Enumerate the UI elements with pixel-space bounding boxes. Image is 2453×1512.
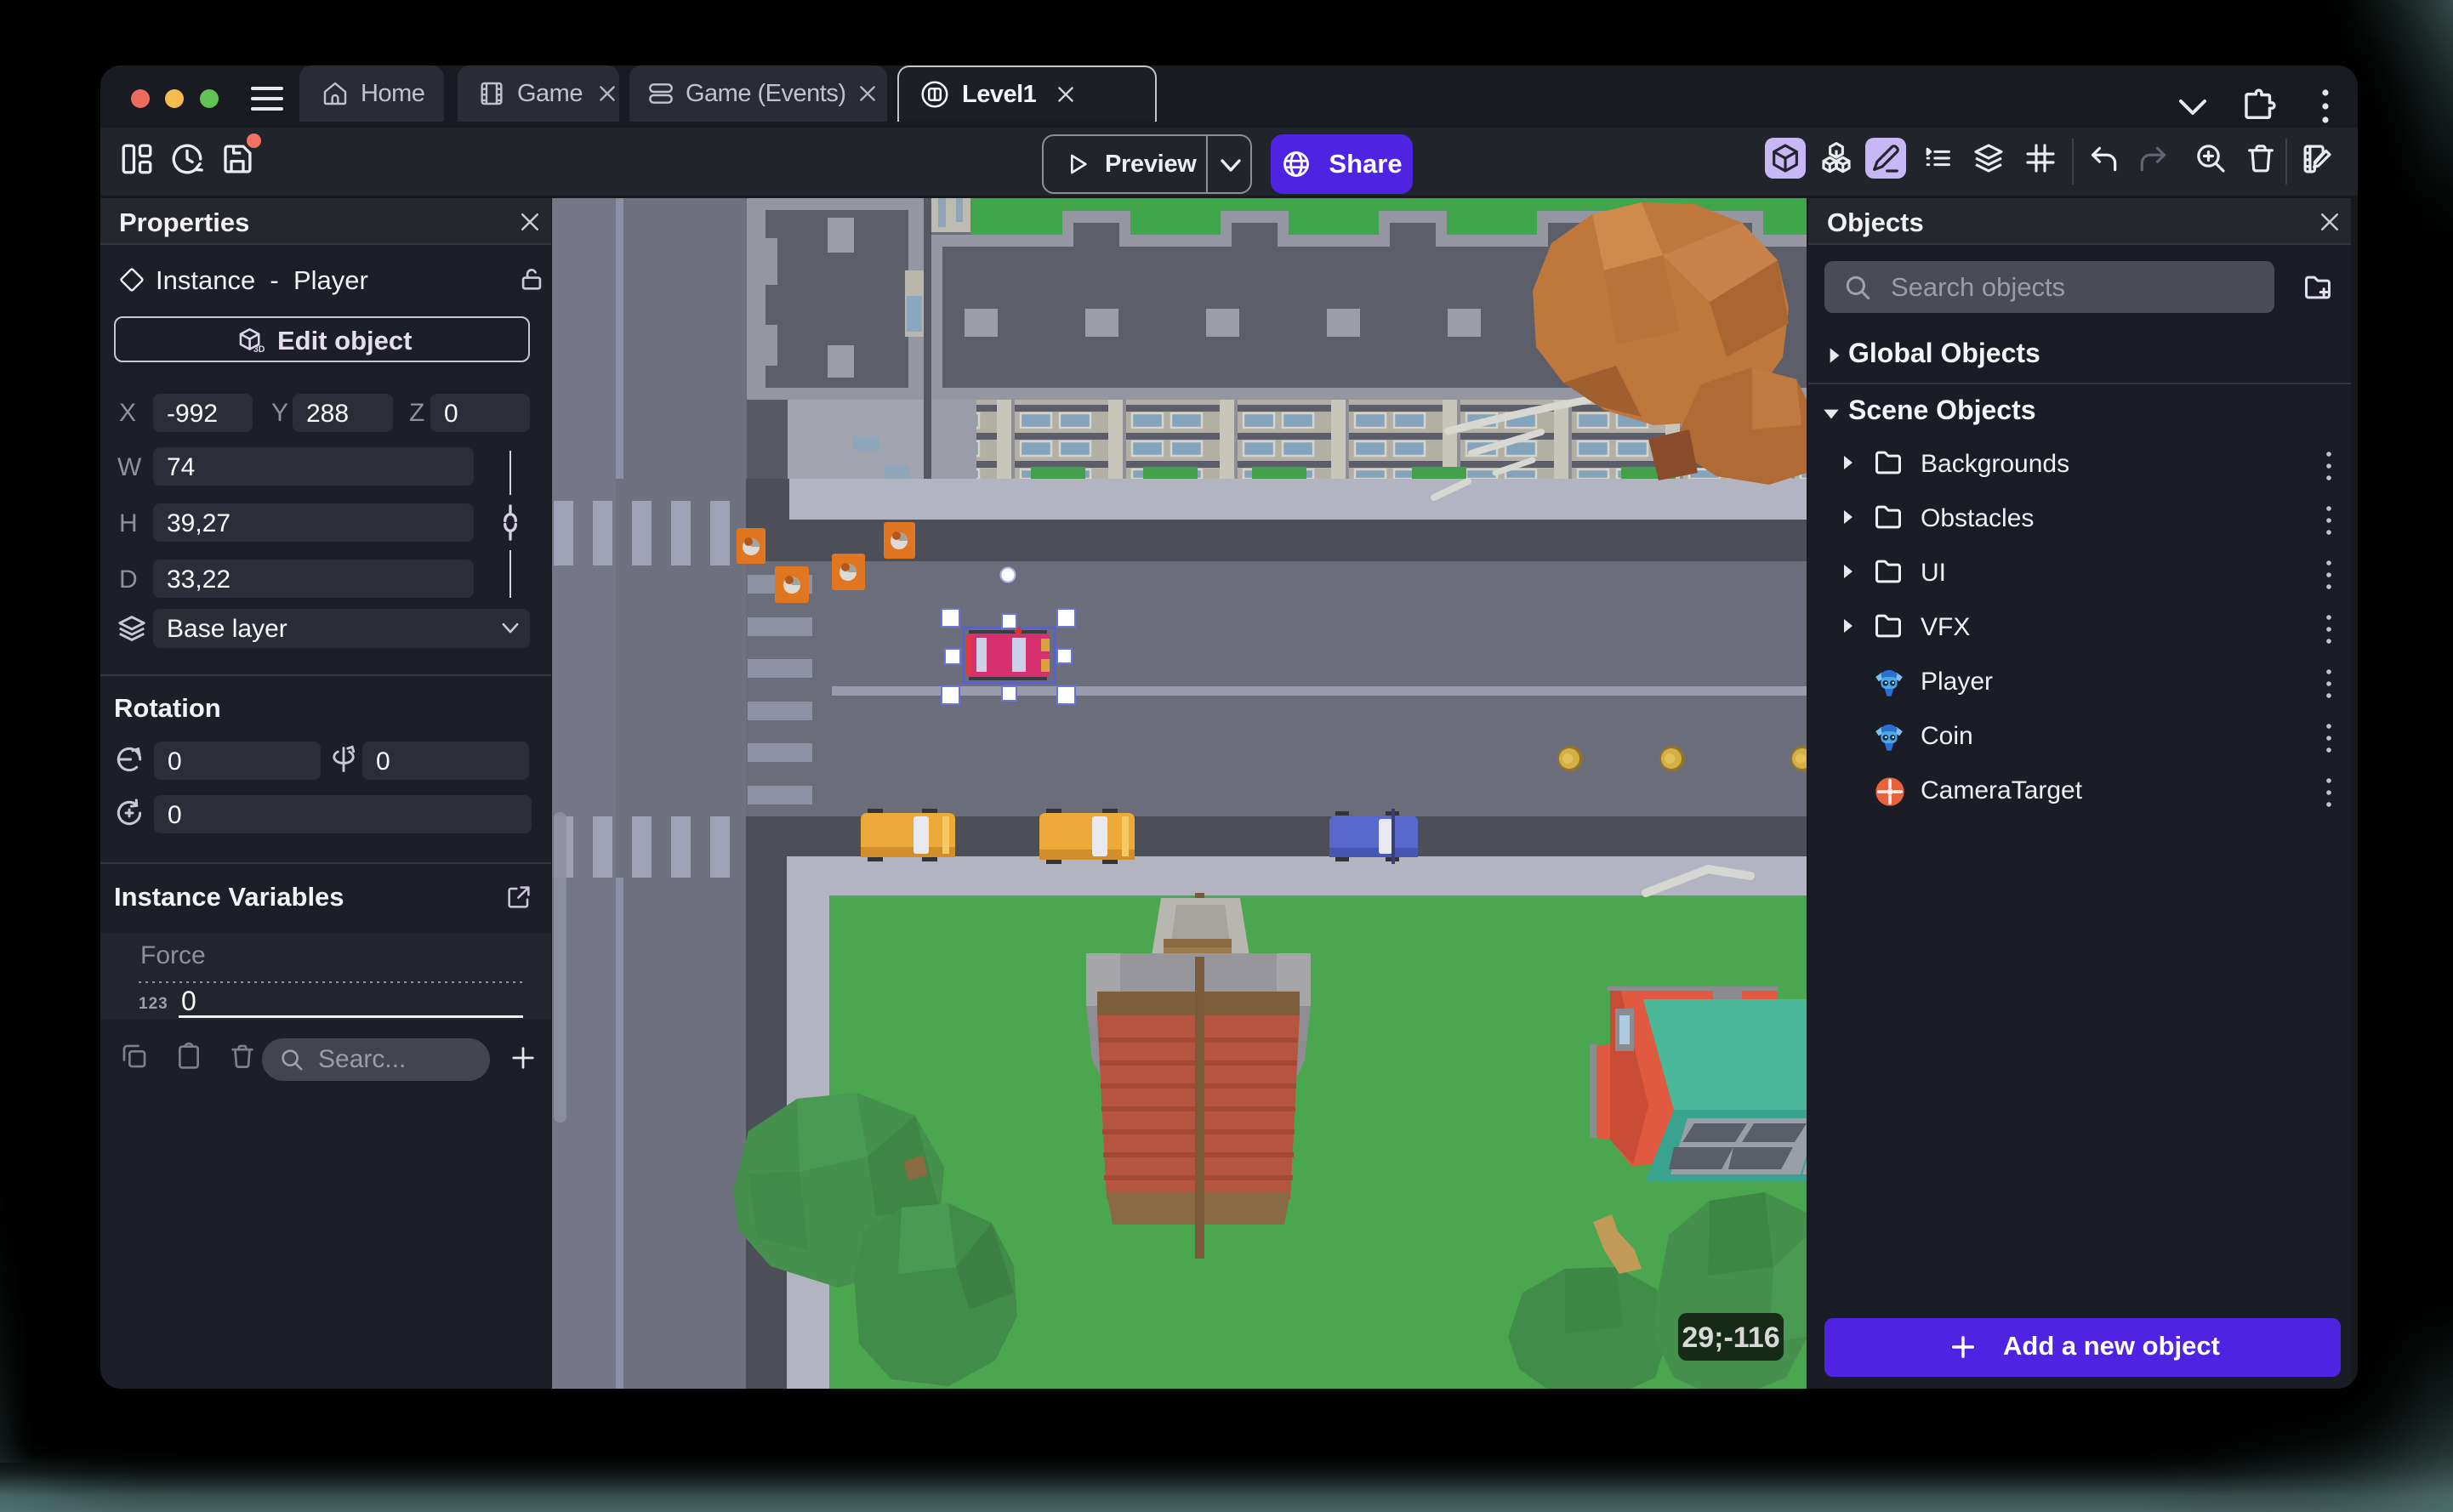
svg-text:29;-116: 29;-116 [1682, 1322, 1779, 1354]
svg-text:3D: 3D [253, 344, 265, 355]
